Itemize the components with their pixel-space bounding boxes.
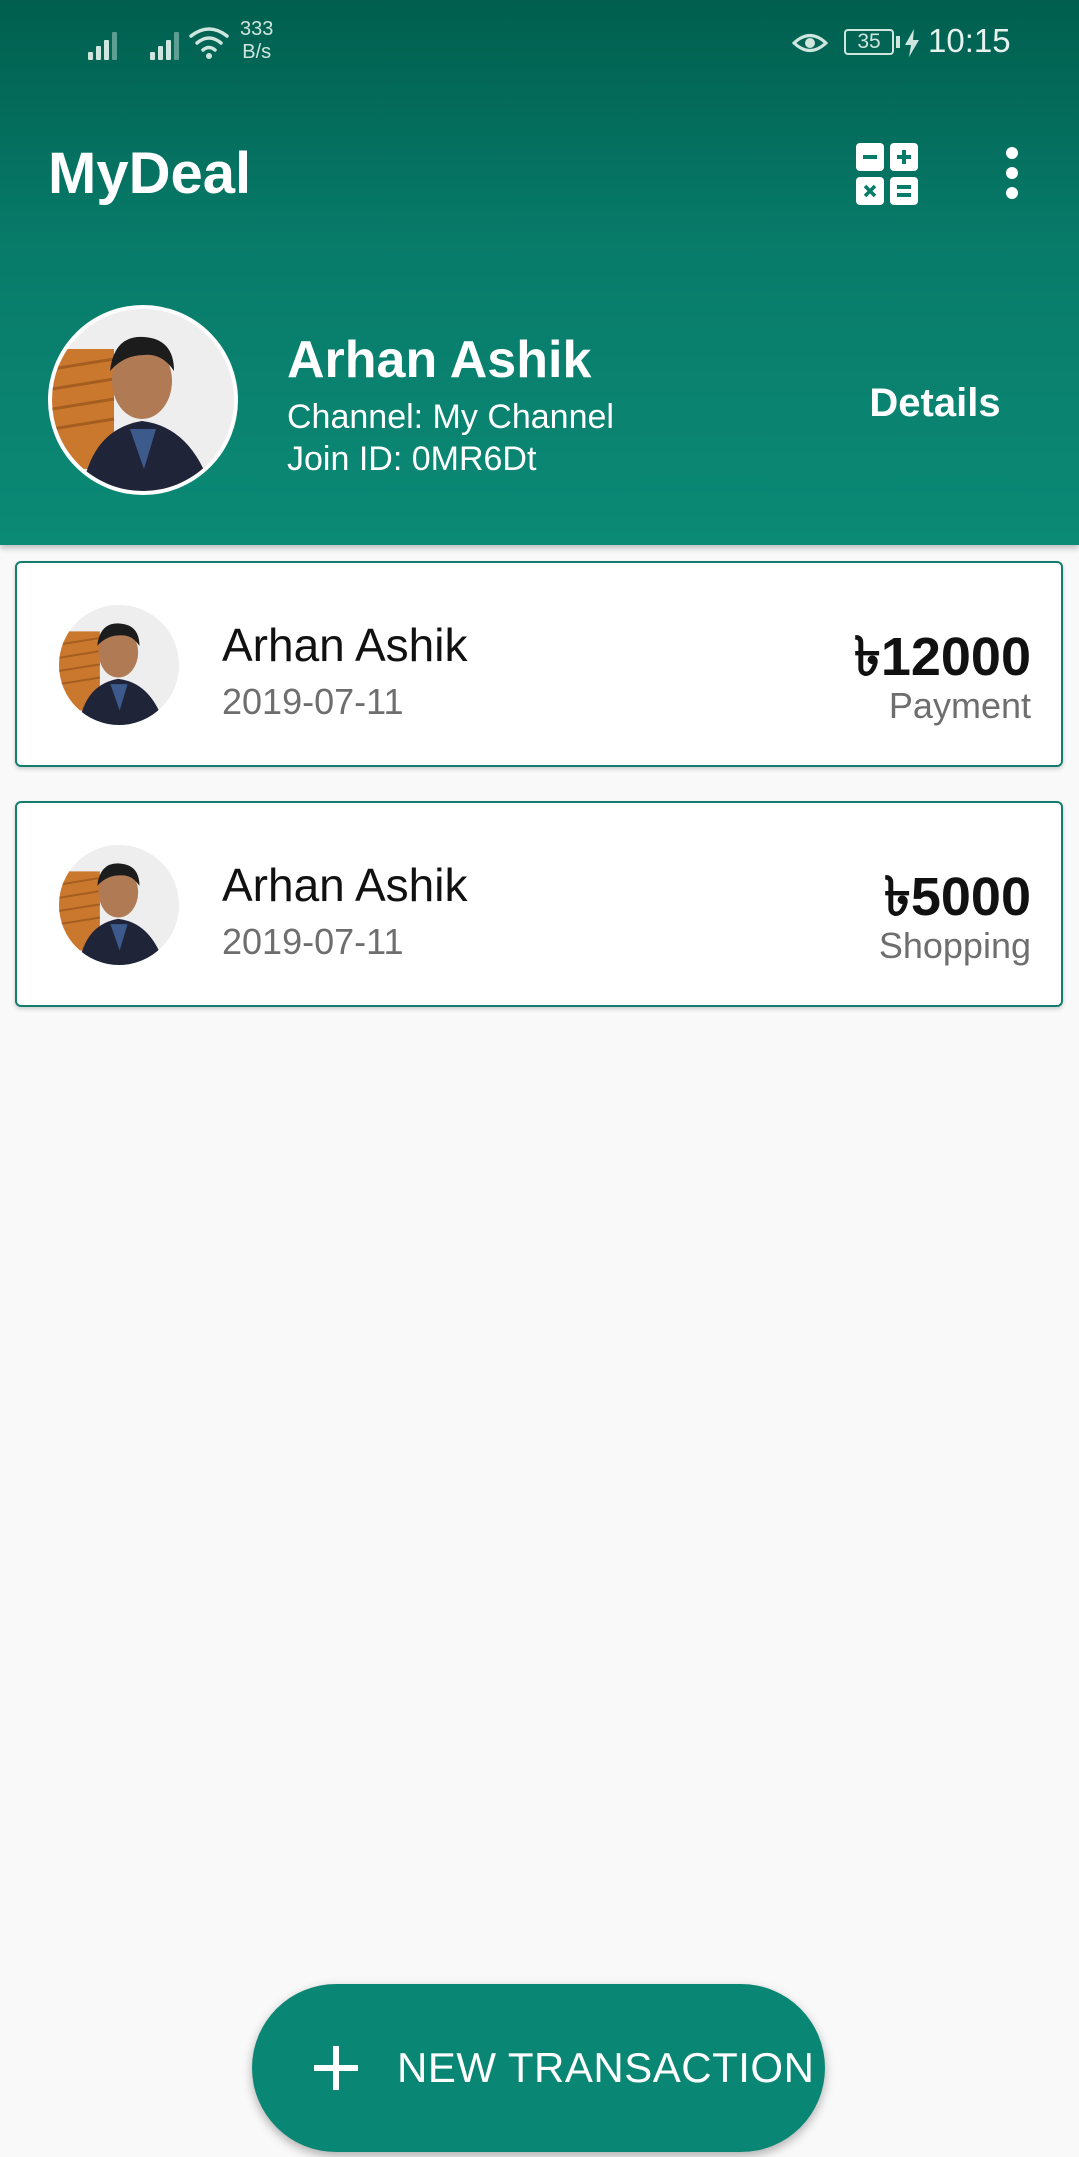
wifi-icon (189, 27, 229, 59)
more-vert-icon[interactable] (996, 145, 1028, 201)
charging-icon (905, 29, 919, 57)
net-speed-value: 333 (240, 18, 274, 40)
signal-icon (148, 28, 182, 60)
signal-icon (86, 28, 120, 60)
battery-tip (896, 36, 900, 48)
details-button[interactable]: Details (840, 375, 1030, 431)
calculator-icon[interactable] (856, 143, 918, 205)
plus-icon (314, 2046, 358, 2090)
eye-icon (792, 34, 828, 52)
battery-icon: 35 (844, 29, 894, 55)
avatar-photo (52, 309, 234, 491)
transaction-card[interactable]: Arhan Ashik 2019-07-11 ৳5000 Shopping (15, 801, 1063, 1007)
transaction-card[interactable]: Arhan Ashik 2019-07-11 ৳12000 Payment (15, 561, 1063, 767)
avatar-photo (59, 605, 179, 725)
transaction-name: Arhan Ashik (222, 859, 468, 911)
battery-level: 35 (857, 30, 881, 53)
transaction-name: Arhan Ashik (222, 619, 468, 671)
avatar-photo (59, 845, 179, 965)
app-header: 333 B/s 35 10:15 MyDeal Arhan Ashik Chan… (0, 0, 1079, 545)
transaction-date: 2019-07-11 (222, 921, 404, 962)
profile-name: Arhan Ashik (287, 331, 592, 389)
profile-join-id: Join ID: 0MR6Dt (287, 440, 537, 478)
net-speed: 333 B/s (240, 18, 273, 64)
transaction-type: Shopping (878, 925, 1031, 966)
avatar (59, 845, 179, 965)
net-speed-unit: B/s (242, 41, 272, 63)
app-title: MyDeal (48, 141, 252, 206)
profile-avatar[interactable] (48, 305, 238, 495)
status-time: 10:15 (928, 22, 1011, 59)
new-transaction-label: NEW TRANSACTION (397, 2044, 815, 2091)
avatar (59, 605, 179, 725)
transaction-type: Payment (888, 685, 1031, 726)
status-bar: 333 B/s 35 10:15 (0, 0, 1079, 90)
new-transaction-button[interactable]: NEW TRANSACTION (252, 1984, 825, 2152)
profile-channel: Channel: My Channel (287, 398, 614, 436)
transaction-date: 2019-07-11 (222, 681, 404, 722)
